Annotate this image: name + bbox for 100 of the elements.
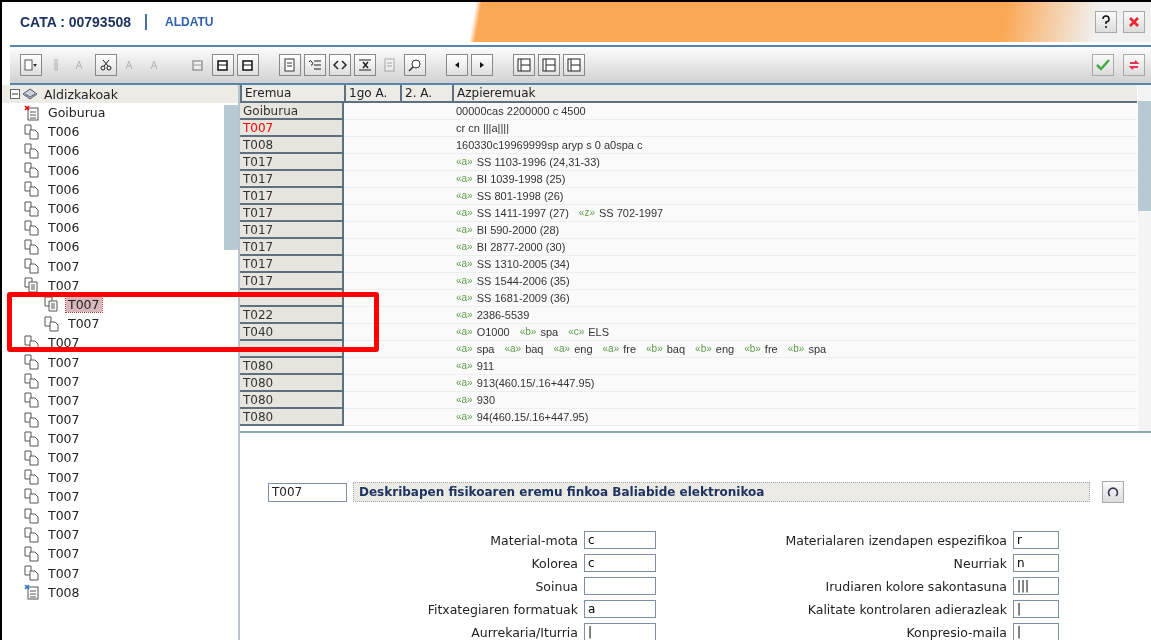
- tree-item[interactable]: T007: [46, 335, 82, 351]
- input-field[interactable]: c: [584, 554, 656, 572]
- tree-item[interactable]: T007: [46, 354, 82, 370]
- toolbar-button[interactable]: [446, 54, 468, 76]
- close-button[interactable]: [1123, 11, 1145, 33]
- input-field[interactable]: [584, 577, 656, 595]
- pages-icon: [24, 469, 40, 486]
- table-cell: [344, 171, 400, 188]
- toolbar-button[interactable]: [212, 54, 234, 76]
- toolbar-button[interactable]: [354, 54, 376, 76]
- input-field[interactable]: |: [1013, 600, 1059, 618]
- tree-item[interactable]: T007: [46, 565, 82, 581]
- toolbar-button[interactable]: [471, 54, 493, 76]
- tree-item[interactable]: T007: [46, 277, 82, 293]
- field-tag[interactable]: T017: [240, 154, 344, 171]
- tree-item[interactable]: T007: [46, 488, 82, 504]
- field-tag[interactable]: T022: [240, 307, 344, 324]
- field-tag[interactable]: Goiburua: [240, 103, 344, 120]
- toolbar-button[interactable]: [513, 54, 535, 76]
- tree-item[interactable]: T006: [46, 239, 82, 255]
- refresh-button[interactable]: [1102, 481, 1124, 503]
- toolbar-button[interactable]: [95, 54, 117, 76]
- column-header[interactable]: 1go A.: [344, 85, 400, 103]
- tree-item[interactable]: T008: [46, 584, 82, 600]
- tree-item[interactable]: T007: [46, 450, 82, 466]
- toolbar-button[interactable]: [329, 54, 351, 76]
- pages-icon: [24, 277, 40, 294]
- field-tag[interactable]: T080: [240, 409, 344, 426]
- pages-icon: [24, 373, 40, 390]
- tree-item[interactable]: T007: [46, 412, 82, 428]
- cancel-button[interactable]: [1123, 54, 1145, 76]
- subfields-cell: «a» O1000 «b» spa «c» ELS: [452, 324, 1137, 341]
- table-cell: [344, 358, 400, 375]
- tree-item[interactable]: T006: [46, 181, 82, 197]
- field-tag[interactable]: T080: [240, 392, 344, 409]
- scrollbar[interactable]: [1138, 85, 1151, 431]
- help-button[interactable]: [1095, 11, 1117, 33]
- field-tag[interactable]: T017: [240, 256, 344, 273]
- tree-item[interactable]: T006: [46, 201, 82, 217]
- tree-item[interactable]: T007: [46, 373, 82, 389]
- column-header[interactable]: 2. A.: [400, 85, 452, 103]
- tree-item[interactable]: T007: [46, 527, 82, 543]
- collapse-icon[interactable]: [10, 89, 20, 99]
- tag-field[interactable]: T007: [268, 482, 347, 502]
- confirm-button[interactable]: [1092, 54, 1114, 76]
- field-label: Aurrekaria/Iturria: [470, 624, 578, 640]
- subfields-cell: «a» SS 1310-2005 (34): [452, 256, 1137, 273]
- field-tag[interactable]: T080: [240, 358, 344, 375]
- field-tag[interactable]: T017: [240, 171, 344, 188]
- field-tag[interactable]: T017: [240, 273, 344, 290]
- toolbar-button[interactable]: [404, 54, 426, 76]
- input-field[interactable]: r: [1013, 531, 1059, 549]
- subfields-cell: «a» spa «a» baq «a» eng «a» fre «b» baq «b» eng «b» fre «b» spa: [452, 341, 1137, 358]
- tree-item[interactable]: T006: [46, 143, 82, 159]
- tree-item[interactable]: T007: [46, 546, 82, 562]
- menu-icon: [24, 58, 38, 72]
- field-tag[interactable]: T017: [240, 205, 344, 222]
- box-icon: [216, 58, 230, 72]
- toolbar-button[interactable]: [563, 54, 585, 76]
- pages-icon: [24, 162, 40, 179]
- tree-item[interactable]: T007: [46, 431, 82, 447]
- tree-item[interactable]: T007: [66, 316, 102, 332]
- undo-icon: [1128, 59, 1140, 71]
- input-field[interactable]: c: [584, 531, 656, 549]
- scroll-thumb[interactable]: [1138, 101, 1151, 211]
- subfields-cell: «a» BI 2877-2000 (30): [452, 239, 1137, 256]
- scrollbar[interactable]: [224, 105, 238, 250]
- pages-icon: [24, 219, 40, 236]
- tree-item[interactable]: T007: [46, 258, 82, 274]
- new-document-icon: [24, 584, 40, 601]
- tree-item[interactable]: T007: [46, 469, 82, 485]
- close-icon: [1129, 17, 1139, 27]
- tree-item[interactable]: T007: [46, 508, 82, 524]
- record-title: CATA : 00793508: [20, 14, 147, 30]
- field-tag[interactable]: T080: [240, 375, 344, 392]
- tree-item[interactable]: T006: [46, 124, 82, 140]
- input-field[interactable]: |: [1013, 623, 1059, 640]
- subfields-cell: «a» 2386-5539: [452, 307, 1137, 324]
- tree-item[interactable]: T006: [46, 162, 82, 178]
- tree-item[interactable]: Goiburua: [46, 105, 108, 121]
- field-tag[interactable]: T017: [240, 222, 344, 239]
- input-field[interactable]: |||: [1013, 577, 1059, 595]
- subfields-cell: «a» 911: [452, 358, 1137, 375]
- column-header[interactable]: Azpieremuak: [452, 85, 1137, 103]
- table-cell: [344, 103, 400, 120]
- toolbar-button[interactable]: [237, 54, 259, 76]
- field-tag[interactable]: T017: [240, 188, 344, 205]
- table-cell: [344, 409, 400, 426]
- field-tag[interactable]: T040: [240, 324, 344, 341]
- field-tag[interactable]: T017: [240, 239, 344, 256]
- tree-item[interactable]: T006: [46, 220, 82, 236]
- toolbar-button[interactable]: [538, 54, 560, 76]
- subfields-cell: «a» 930: [452, 392, 1137, 409]
- tree-item[interactable]: T007: [46, 392, 82, 408]
- input-field[interactable]: n: [1013, 554, 1059, 572]
- column-header[interactable]: Eremua: [240, 85, 344, 103]
- pages-icon: [24, 411, 40, 428]
- input-field[interactable]: |: [584, 623, 656, 640]
- input-field[interactable]: a: [584, 600, 656, 618]
- field-tag[interactable]: T008: [240, 137, 344, 154]
